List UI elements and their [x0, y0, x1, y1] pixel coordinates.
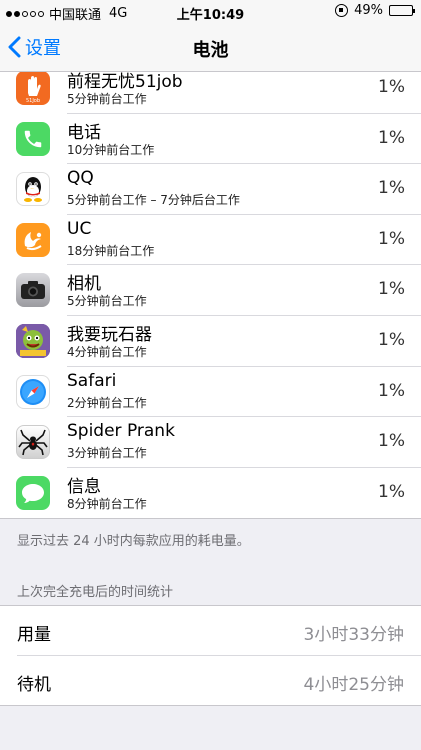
stat-value: 4小时25分钟: [303, 675, 404, 695]
signal-strength-icon: [6, 10, 44, 17]
camera-icon: [16, 273, 50, 308]
phone-icon: [16, 121, 50, 156]
carrier-name: 中国联通: [49, 8, 102, 23]
messages-icon: [16, 475, 50, 510]
app-usage-detail: 5分钟前台工作: [67, 294, 147, 309]
navigation-bar: 设置 电池: [0, 24, 421, 72]
safari-icon: [16, 374, 50, 409]
app-usage-detail: 5分钟前台工作: [67, 92, 147, 106]
status-left: 中国联通 4G: [6, 4, 127, 23]
status-bar: 中国联通 4G 上午10:49 49%: [0, 0, 421, 24]
app-usage-list[interactable]: 51Job 前程无忧51job 5分钟前台工作 1% 电话 10分钟前台工作 1…: [0, 72, 421, 519]
app-battery-percent: 1%: [378, 178, 405, 199]
app-battery-percent: 1%: [378, 481, 405, 502]
app-usage-detail: 2分钟前台工作: [67, 395, 147, 410]
app-battery-percent: 1%: [378, 431, 405, 452]
app-battery-percent: 1%: [378, 330, 405, 350]
app-battery-percent: 1%: [378, 279, 405, 300]
usage-footnote: 显示过去 24 小时内每款应用的耗电量。: [17, 534, 250, 549]
app-name: 前程无忧51job: [67, 72, 183, 92]
app-battery-percent: 1%: [378, 127, 405, 148]
rotation-lock-icon: [335, 4, 349, 17]
qq-icon: [16, 172, 50, 207]
app-battery-percent: 1%: [378, 228, 405, 249]
page-title: 电池: [192, 40, 229, 61]
app-row-uc[interactable]: UC 18分钟前台工作 1%: [0, 215, 421, 266]
app-row-game[interactable]: 我要玩石器 4分钟前台工作 1%: [0, 316, 421, 367]
app-usage-detail: 8分钟前台工作: [67, 496, 147, 511]
battery-icon: [389, 5, 415, 16]
app-name: QQ: [67, 168, 94, 189]
uc-browser-icon: [16, 222, 50, 257]
time-stats-group: 用量 3小时33分钟 待机 4小时25分钟: [0, 605, 421, 706]
app-usage-detail: 10分钟前台工作: [67, 142, 155, 157]
app-usage-detail: 18分钟前台工作: [67, 243, 155, 258]
status-right: 49%: [335, 3, 415, 18]
app-name: Safari: [67, 370, 117, 391]
51job-icon: 51Job: [16, 72, 50, 105]
app-row-phone[interactable]: 电话 10分钟前台工作 1%: [0, 114, 421, 165]
stat-row-standby: 待机 4小时25分钟: [0, 656, 421, 706]
app-row-messages[interactable]: 信息 8分钟前台工作 1%: [0, 468, 421, 518]
svg-text:51Job: 51Job: [26, 98, 40, 104]
app-row-spider-prank[interactable]: Spider Prank 3分钟前台工作 1%: [0, 417, 421, 468]
app-name: Spider Prank: [67, 421, 175, 442]
stat-row-usage: 用量 3小时33分钟: [0, 606, 421, 656]
game-icon: [16, 324, 50, 358]
section-header: 上次完全充电后的时间统计: [17, 585, 174, 600]
app-battery-percent: 1%: [378, 77, 405, 97]
spider-icon: [16, 425, 50, 460]
app-name: 信息: [67, 476, 101, 497]
app-row-camera[interactable]: 相机 5分钟前台工作 1%: [0, 265, 421, 316]
stat-label: 待机: [17, 675, 51, 695]
app-usage-detail: 5分钟前台工作 – 7分钟后台工作: [67, 193, 240, 208]
app-usage-detail: 3分钟前台工作: [67, 446, 147, 461]
stat-label: 用量: [17, 625, 51, 645]
app-name: 电话: [67, 122, 101, 143]
app-row-safari[interactable]: Safari 2分钟前台工作 1%: [0, 367, 421, 418]
app-row-qq[interactable]: QQ 5分钟前台工作 – 7分钟后台工作 1%: [0, 164, 421, 215]
app-row-51job[interactable]: 51Job 前程无忧51job 5分钟前台工作 1%: [0, 72, 421, 114]
app-name: 我要玩石器: [67, 325, 152, 345]
app-battery-percent: 1%: [378, 380, 405, 401]
app-name: UC: [67, 218, 92, 239]
app-name: 相机: [67, 274, 101, 295]
network-type: 4G: [109, 6, 128, 21]
stat-value: 3小时33分钟: [303, 625, 404, 645]
battery-percent: 49%: [354, 3, 383, 18]
app-usage-detail: 4分钟前台工作: [67, 345, 147, 359]
